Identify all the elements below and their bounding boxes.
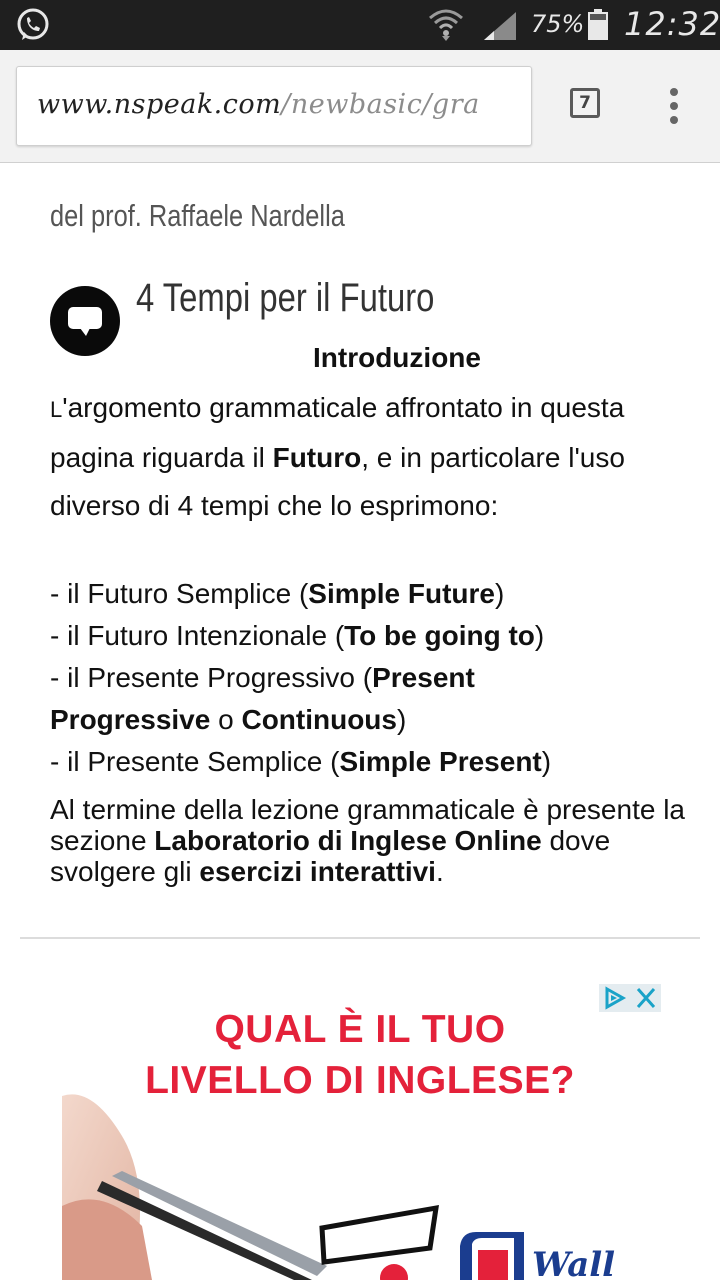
adchoices-icon[interactable] xyxy=(599,984,629,1012)
intro-paragraph: L'argomento grammaticale affrontato in q… xyxy=(50,392,625,521)
page-title: 4 Tempi per il Futuro xyxy=(136,276,435,320)
whatsapp-icon xyxy=(17,8,49,40)
list-item: - il Futuro Semplice (Simple Future) xyxy=(50,578,505,609)
ad-headline-2: LIVELLO DI INGLESE? xyxy=(145,1059,575,1102)
chat-bubble-icon xyxy=(50,286,120,356)
battery-icon xyxy=(588,9,608,40)
author-byline: del prof. Raffaele Nardella xyxy=(50,198,345,233)
ad-headline-1: QUAL È IL TUO xyxy=(214,1008,506,1051)
wifi-icon xyxy=(429,9,463,41)
tabs-icon[interactable]: 7 xyxy=(570,88,600,118)
list-item: - il Futuro Intenzionale (To be going to… xyxy=(50,620,545,651)
svg-text:Wall: Wall xyxy=(532,1245,615,1280)
drop-letter: L xyxy=(50,397,63,422)
list-item: - il Presente Semplice (Simple Present) xyxy=(50,746,552,777)
url-domain: www.nspeak.com xyxy=(37,89,282,120)
ad-banner[interactable]: Wall QUAL È IL TUO LIVELLO DI INGLESE? xyxy=(62,986,658,1280)
address-bar[interactable]: www.nspeak.com/newbasic/gra xyxy=(16,66,532,146)
tenses-list: - il Futuro Semplice (Simple Future) - i… xyxy=(50,573,670,783)
ad-close-icon[interactable] xyxy=(631,984,661,1012)
battery-percent: 75% xyxy=(531,10,585,38)
url-path: /newbasic/gra xyxy=(281,89,480,120)
lab-link-text: Laboratorio di Inglese Online xyxy=(154,825,542,856)
list-item: - il Presente Progressivo (Present xyxy=(50,662,475,693)
divider xyxy=(20,937,700,939)
overflow-menu-icon[interactable] xyxy=(664,86,684,126)
section-heading: Introduzione xyxy=(313,342,481,373)
status-bar: 75% 12:32 xyxy=(0,0,720,50)
browser-toolbar: www.nspeak.com/newbasic/gra 7 xyxy=(0,50,720,163)
closing-paragraph: Al termine della lezione grammaticale è … xyxy=(50,794,685,887)
list-item: Progressive o Continuous) xyxy=(50,704,407,735)
url-text: www.nspeak.com/newbasic/gra xyxy=(37,89,480,120)
signal-icon xyxy=(484,12,516,40)
clock: 12:32 xyxy=(624,5,720,43)
tab-count: 7 xyxy=(579,93,591,113)
